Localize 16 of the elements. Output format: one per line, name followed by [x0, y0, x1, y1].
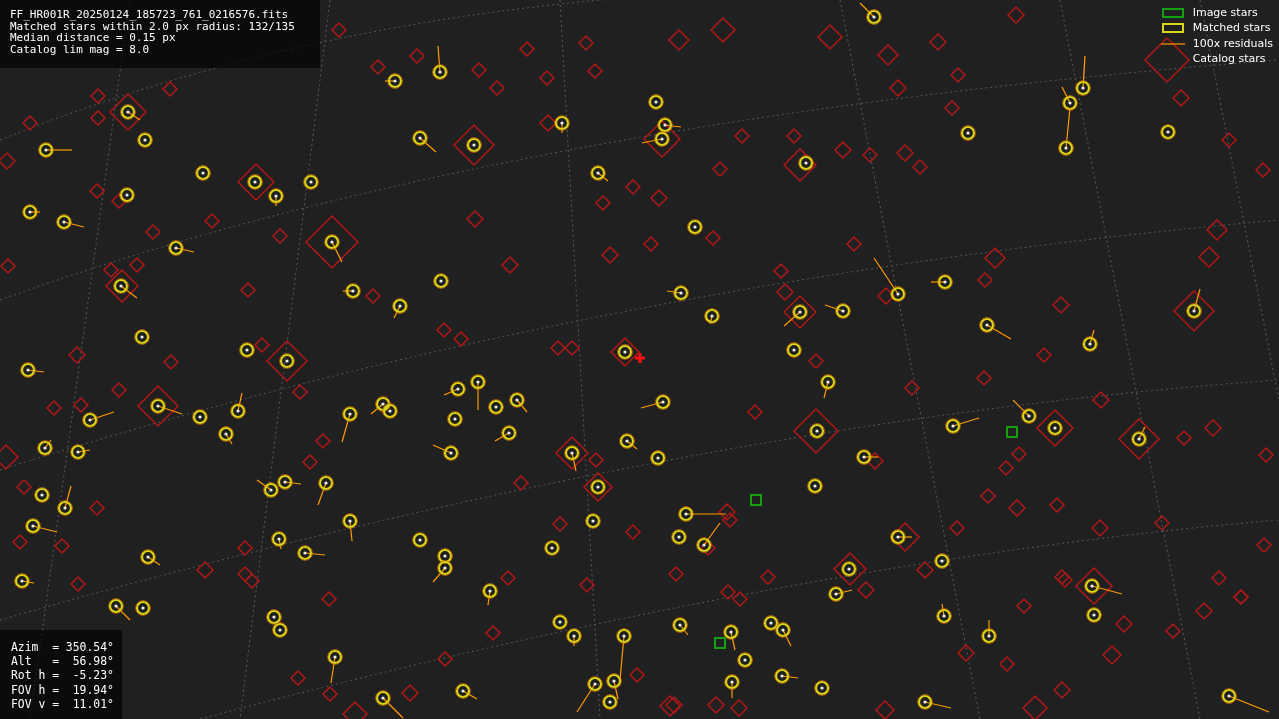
square-swatch-icon: [1161, 7, 1184, 18]
pointing-text-line: Rot h = -5.23°: [11, 668, 114, 683]
pointing-text-line: Azim = 350.54°: [11, 640, 114, 655]
legend-label: Matched stars: [1192, 20, 1271, 36]
pointing-text-line: Alt = 56.98°: [11, 654, 114, 669]
line-swatch-icon: [1160, 43, 1186, 45]
legend-label: 100x residuals: [1192, 35, 1273, 52]
rectangle-swatch-icon: [1161, 23, 1184, 34]
legend-label: Image stars: [1192, 4, 1258, 21]
info-text-line: Catalog lim mag = 8.0: [10, 43, 150, 56]
info-text-line: Matched stars within 2.0 px radius: 132/135: [10, 20, 295, 33]
pointing-text-line: FOV h = 19.94°: [11, 682, 114, 697]
info-text-line: Median distance = 0.15 px: [10, 32, 176, 44]
legend-label: Catalog stars: [1192, 51, 1266, 67]
info-text-line: FF_HR001R_20250124_185723_761_0216576.fits: [10, 9, 289, 21]
pointing-text-line: FOV v = 11.01°: [11, 696, 114, 711]
